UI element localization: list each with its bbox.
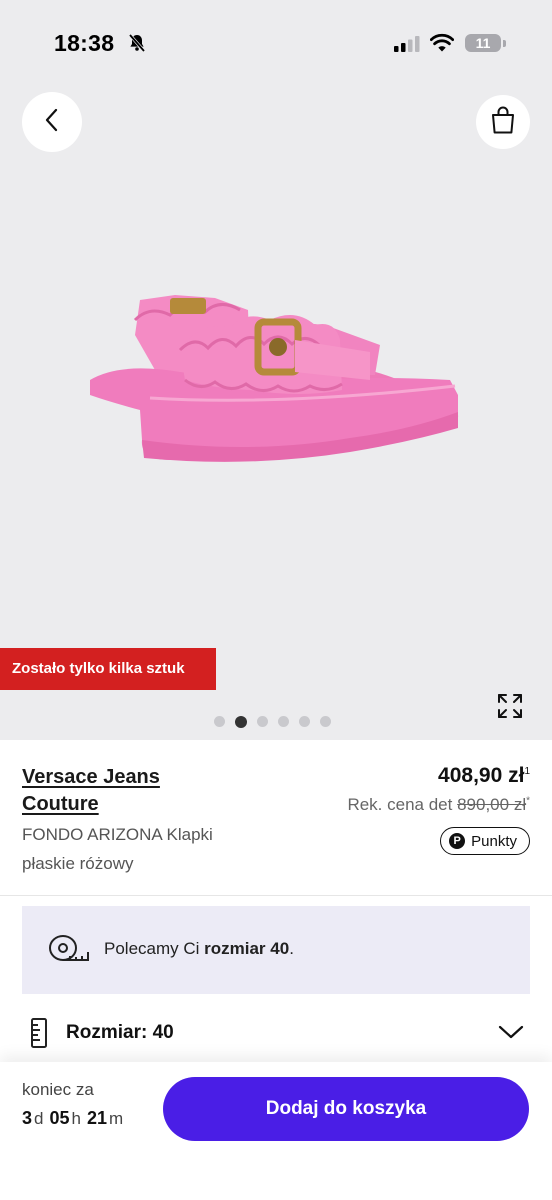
signal-icon <box>394 36 420 57</box>
brand-line-2: Couture <box>22 793 99 815</box>
gallery-dot[interactable] <box>299 716 310 727</box>
countdown-label: koniec za <box>22 1080 94 1099</box>
recommendation-suffix: . <box>289 939 294 958</box>
low-stock-badge: Zostało tylko kilka sztuk <box>0 648 216 690</box>
rrp-footnote: * <box>526 795 530 807</box>
shopping-bag-icon <box>490 105 516 140</box>
price-footnote: 1 <box>524 766 530 777</box>
points-icon: P <box>449 833 466 849</box>
price-value: 408,90 zł <box>438 764 525 787</box>
countdown-timer: 3 d 05 h 21 m <box>22 1108 129 1129</box>
gallery-dot[interactable] <box>278 716 289 727</box>
points-button[interactable]: P Punkty <box>440 827 530 855</box>
recommended-size: rozmiar 40 <box>204 939 290 958</box>
points-label: Punkty <box>471 832 517 850</box>
recommended-price: Rek. cena det 890,00 zł* <box>347 795 530 815</box>
product-image <box>80 280 470 485</box>
recommendation-prefix: Polecamy Ci <box>104 939 205 958</box>
chevron-left-icon <box>42 107 62 138</box>
size-recommendation: Polecamy Ci rozmiar 40. <box>22 906 530 994</box>
divider <box>0 895 552 896</box>
status-time: 18:38 <box>54 30 115 56</box>
days-unit: d <box>34 1109 44 1128</box>
hours-unit: h <box>71 1109 81 1128</box>
gallery-pagination[interactable] <box>214 715 331 728</box>
bell-slash-icon <box>127 33 147 58</box>
rrp-label: Rek. cena det <box>347 795 453 814</box>
brand-line-1: Versace Jeans <box>22 766 160 788</box>
countdown-hours: 05 <box>49 1108 70 1128</box>
battery-cap <box>503 40 506 47</box>
back-button[interactable] <box>22 92 82 152</box>
cart-button[interactable] <box>476 95 530 149</box>
product-model: FONDO ARIZONA Klapki płaskie różowy <box>22 825 213 873</box>
battery-icon: 11 <box>465 34 501 52</box>
product-price: 408,90 zł1 <box>438 764 530 788</box>
size-selector[interactable]: Rozmiar: 40 <box>22 1014 530 1054</box>
gallery-dot-active[interactable] <box>235 715 247 728</box>
wifi-icon <box>429 33 455 57</box>
countdown-minutes: 21 <box>86 1108 108 1128</box>
recommendation-text: Polecamy Ci rozmiar 40. <box>104 939 294 959</box>
add-to-cart-button[interactable]: Dodaj do koszyka <box>163 1077 529 1141</box>
product-brand-link[interactable]: Versace Jeans Couture <box>22 764 160 818</box>
gallery-dot[interactable] <box>257 716 268 727</box>
purchase-footer: koniec za 3 d 05 h 21 m Dodaj do koszyka <box>0 1062 552 1200</box>
gallery-dot[interactable] <box>214 716 225 727</box>
chevron-down-icon <box>498 1024 524 1045</box>
product-gallery[interactable]: 18:38 11 Zostało tylko kilka sztuk <box>0 0 552 740</box>
ruler-icon <box>28 1018 50 1053</box>
size-label: Rozmiar: 40 <box>66 1022 174 1043</box>
fullscreen-icon[interactable] <box>496 692 524 725</box>
status-bar: 18:38 11 <box>0 0 552 90</box>
rrp-value: 890,00 zł <box>457 795 527 814</box>
countdown-days: 3 <box>22 1108 33 1128</box>
minutes-unit: m <box>109 1109 124 1128</box>
gallery-dot[interactable] <box>320 716 331 727</box>
measuring-tape-icon <box>46 932 92 973</box>
